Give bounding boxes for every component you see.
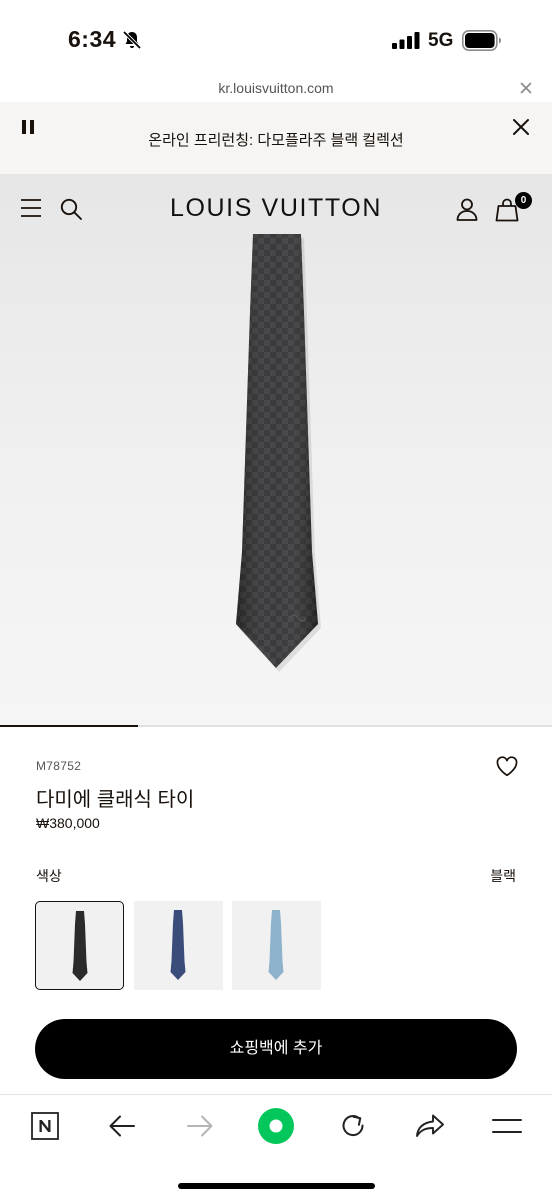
reload-icon[interactable] [339, 1112, 367, 1140]
tie-thumbnail-black [72, 911, 88, 981]
product-name: 다미에 클래식 타이 [36, 789, 195, 811]
battery-icon [462, 30, 501, 51]
selected-color-value: 블랙 [490, 868, 516, 884]
product-price: ₩380,000 [36, 815, 100, 831]
promo-banner: 온라인 프리런칭: 다모플라주 블랙 컬렉션 [0, 102, 552, 174]
add-to-bag-button[interactable]: 쇼핑백에 추가 [35, 1019, 517, 1079]
account-icon[interactable] [455, 197, 479, 221]
product-image [236, 234, 321, 672]
color-swatch-black[interactable] [35, 901, 124, 990]
status-bar: 6:34 5G [0, 0, 552, 80]
carousel-indicator [0, 725, 138, 727]
naver-n-icon[interactable] [31, 1112, 59, 1140]
carousel-progress [0, 725, 552, 727]
close-icon[interactable] [511, 117, 531, 137]
tie-thumbnail-navy [170, 910, 186, 980]
heart-icon[interactable] [496, 756, 518, 777]
back-arrow-icon[interactable] [108, 1114, 136, 1138]
url-bar[interactable]: kr.louisvuitton.com [0, 76, 552, 102]
cellular-signal-icon [392, 32, 420, 49]
close-tab-icon[interactable] [518, 80, 534, 96]
status-time: 6:34 [68, 26, 117, 52]
url-text[interactable]: kr.louisvuitton.com [0, 80, 552, 96]
promo-text[interactable]: 온라인 프리런칭: 다모플라주 블랙 컬렉션 [0, 129, 552, 150]
color-swatch-light-blue[interactable] [232, 901, 321, 990]
cart-count-badge: 0 [515, 192, 532, 209]
color-swatch-navy[interactable] [134, 901, 223, 990]
color-label: 색상 [36, 868, 62, 884]
share-icon[interactable] [415, 1113, 445, 1139]
forward-arrow-icon[interactable] [186, 1114, 214, 1138]
product-sku: M78752 [36, 759, 82, 773]
tie-thumbnail-light-blue [268, 910, 284, 980]
home-indicator [178, 1183, 375, 1189]
menu-icon[interactable] [492, 1117, 522, 1135]
home-dot-icon[interactable] [257, 1107, 295, 1145]
network-type: 5G [428, 30, 454, 51]
bell-slash-icon [122, 30, 142, 50]
